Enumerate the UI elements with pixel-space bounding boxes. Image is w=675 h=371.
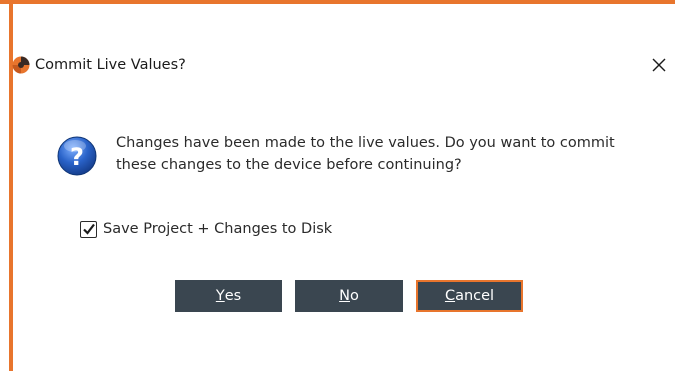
yes-mnemonic: Y: [215, 288, 225, 304]
no-label-rest: o: [349, 288, 359, 304]
commit-live-values-dialog: Commit Live Values? ? Changes have been …: [0, 0, 675, 371]
app-logo-icon: [12, 56, 30, 74]
dialog-title: Commit Live Values?: [35, 57, 186, 73]
cancel-mnemonic: C: [444, 288, 456, 304]
no-button[interactable]: No: [295, 280, 403, 312]
dialog-message: Changes have been made to the live value…: [116, 135, 615, 173]
save-project-checkbox[interactable]: [80, 220, 97, 238]
no-mnemonic: N: [339, 288, 350, 304]
yes-button[interactable]: Yes: [175, 280, 282, 312]
yes-label-rest: es: [224, 288, 242, 304]
save-project-checkbox-label: Save Project + Changes to Disk: [103, 221, 333, 237]
title-bar: [13, 4, 675, 64]
cancel-button[interactable]: Cancel: [416, 280, 523, 312]
question-icon: ?: [57, 136, 97, 176]
close-icon[interactable]: [649, 55, 669, 75]
save-project-checkbox-row[interactable]: Save Project + Changes to Disk: [80, 218, 332, 240]
svg-text:?: ?: [70, 143, 84, 171]
checkmark-icon: [83, 223, 95, 235]
cancel-label-rest: ancel: [455, 288, 495, 304]
